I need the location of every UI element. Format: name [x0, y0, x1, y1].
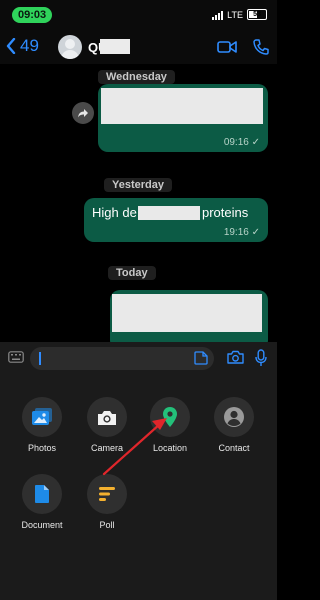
unread-count: 49	[20, 36, 39, 55]
camera-icon[interactable]	[227, 350, 244, 364]
battery-icon: 53	[247, 9, 267, 20]
chat-header: 49 QU	[0, 32, 277, 64]
message-bubble[interactable]: High de proteins 19:16 ✓	[84, 198, 268, 242]
chevron-left-icon	[6, 38, 16, 54]
day-divider: Wednesday	[98, 70, 175, 84]
contact-icon	[224, 407, 244, 427]
attach-camera-button[interactable]: Camera	[77, 397, 137, 453]
attach-document-button[interactable]: Document	[12, 474, 72, 530]
attachment-sheet: Photos Camera Location Contact Document …	[0, 376, 277, 600]
message-bubble[interactable]	[110, 290, 268, 342]
forward-button[interactable]	[72, 102, 94, 124]
attach-label: Location	[152, 443, 188, 453]
attach-label: Photos	[27, 443, 57, 453]
chat-area[interactable]: Wednesday 09:16 ✓ Yesterday High de prot…	[0, 64, 277, 342]
battery-level: 53	[253, 11, 261, 18]
camera-icon	[98, 410, 116, 425]
message-input[interactable]	[30, 347, 214, 370]
attach-label: Poll	[99, 520, 115, 530]
attach-label: Camera	[90, 443, 123, 453]
redacted-content	[138, 206, 200, 220]
attach-contact-button[interactable]: Contact	[204, 397, 264, 453]
attach-poll-button[interactable]: Poll	[77, 474, 137, 530]
message-time: 19:16 ✓	[223, 227, 260, 238]
text-caret	[39, 352, 41, 365]
status-time: 09:03	[12, 7, 53, 23]
message-text-start: High de	[92, 205, 137, 220]
day-divider: Today	[108, 266, 156, 280]
day-divider: Yesterday	[104, 178, 172, 192]
document-icon	[35, 485, 49, 503]
keyboard-icon[interactable]	[8, 351, 24, 363]
avatar[interactable]	[58, 35, 82, 59]
message-text-end: proteins	[202, 205, 249, 220]
redacted-content	[101, 88, 263, 124]
back-button[interactable]: 49	[6, 36, 39, 56]
poll-icon	[99, 487, 115, 501]
microphone-icon[interactable]	[255, 349, 267, 367]
message-bubble[interactable]: 09:16 ✓	[98, 84, 268, 152]
phone-call-icon[interactable]	[253, 39, 269, 55]
attach-location-button[interactable]: Location	[140, 397, 200, 453]
photos-icon	[32, 408, 52, 425]
location-icon	[163, 407, 177, 427]
attach-label: Contact	[218, 443, 250, 453]
redacted-name	[100, 39, 130, 54]
message-time: 09:16 ✓	[223, 137, 260, 148]
attach-photos-button[interactable]: Photos	[12, 397, 72, 453]
network-label: LTE	[227, 9, 243, 20]
attach-label: Document	[21, 520, 63, 530]
video-call-icon[interactable]	[217, 39, 237, 55]
redacted-content	[112, 294, 262, 332]
status-bar: 09:03 LTE 53	[0, 0, 277, 32]
sticker-icon[interactable]	[194, 351, 208, 365]
status-indicators: LTE 53	[212, 9, 267, 20]
message-input-bar	[0, 342, 277, 376]
forward-icon	[78, 109, 88, 118]
signal-icon	[212, 10, 224, 20]
